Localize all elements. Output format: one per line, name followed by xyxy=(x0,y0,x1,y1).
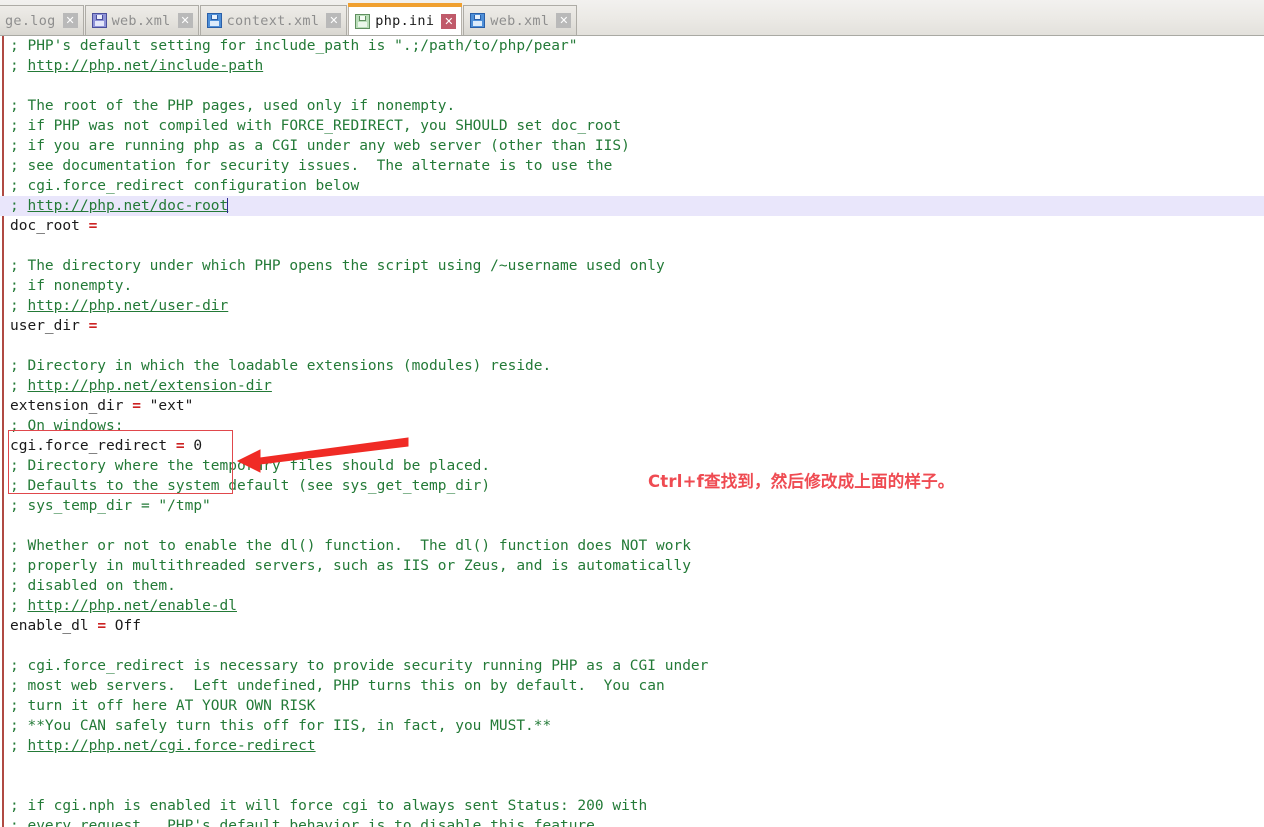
close-icon[interactable]: ✕ xyxy=(62,13,78,28)
code-line[interactable]: ; The directory under which PHP opens th… xyxy=(0,256,1264,276)
close-icon[interactable]: ✕ xyxy=(177,13,193,28)
disk-icon xyxy=(470,13,486,28)
url-link[interactable]: http://php.net/enable-dl xyxy=(27,598,237,614)
code-line[interactable]: ; http://php.net/cgi.force-redirect xyxy=(0,736,1264,756)
code-line[interactable]: ; cgi.force_redirect configuration below xyxy=(0,176,1264,196)
code-line[interactable] xyxy=(0,76,1264,96)
url-link[interactable]: http://php.net/user-dir xyxy=(27,298,228,314)
url-link[interactable]: http://php.net/include-path xyxy=(27,58,263,74)
tab-context-xml[interactable]: context.xml ✕ xyxy=(199,5,348,35)
url-link[interactable]: http://php.net/cgi.force-redirect xyxy=(27,738,315,754)
annotation-note-text: Ctrl+f查找到，然后修改成上面的样子。 xyxy=(648,472,955,491)
code-line[interactable]: doc_root = xyxy=(0,216,1264,236)
disk-icon xyxy=(355,13,371,29)
url-link[interactable]: http://php.net/extension-dir xyxy=(27,378,271,394)
url-link[interactable]: http://php.net/doc-root xyxy=(27,198,228,214)
code-line[interactable]: ; On windows: xyxy=(0,416,1264,436)
code-line[interactable]: ; Defaults to the system default (see sy… xyxy=(0,476,1264,496)
code-line[interactable]: ; Directory where the temporary files sh… xyxy=(0,456,1264,476)
code-line[interactable]: ; Whether or not to enable the dl() func… xyxy=(0,536,1264,556)
code-line[interactable]: user_dir = xyxy=(0,316,1264,336)
close-icon[interactable]: ✕ xyxy=(326,13,342,28)
tab-web-xml-1[interactable]: web.xml ✕ xyxy=(84,5,199,35)
tab-label: web.xml xyxy=(490,12,550,29)
code-line[interactable]: ; cgi.force_redirect is necessary to pro… xyxy=(0,656,1264,676)
disk-icon xyxy=(91,13,107,28)
code-line[interactable]: ; **You CAN safely turn this off for IIS… xyxy=(0,716,1264,736)
code-line[interactable]: ; if PHP was not compiled with FORCE_RED… xyxy=(0,116,1264,136)
code-line[interactable]: ; The root of the PHP pages, used only i… xyxy=(0,96,1264,116)
close-icon[interactable]: ✕ xyxy=(556,13,572,28)
code-line[interactable] xyxy=(0,516,1264,536)
tab-label: ge.log xyxy=(5,12,56,29)
code-line[interactable]: ; most web servers. Left undefined, PHP … xyxy=(0,676,1264,696)
code-line[interactable]: ; PHP's default setting for include_path… xyxy=(0,36,1264,56)
code-editor-area[interactable]: ; PHP's default setting for include_path… xyxy=(0,36,1264,827)
code-line[interactable]: ; sys_temp_dir = "/tmp" xyxy=(0,496,1264,516)
code-line[interactable]: enable_dl = Off xyxy=(0,616,1264,636)
tab-label: web.xml xyxy=(111,12,171,29)
code-line[interactable]: ; properly in multithreaded servers, suc… xyxy=(0,556,1264,576)
code-line[interactable]: cgi.force_redirect = 0 xyxy=(0,436,1264,456)
code-line[interactable]: ; http://php.net/user-dir xyxy=(0,296,1264,316)
tab-ge-log[interactable]: ge.log ✕ xyxy=(0,5,84,35)
code-line[interactable]: ; http://php.net/enable-dl xyxy=(0,596,1264,616)
code-line[interactable]: ; disabled on them. xyxy=(0,576,1264,596)
code-line[interactable] xyxy=(0,756,1264,776)
code-line[interactable] xyxy=(0,776,1264,796)
code-line[interactable]: ; http://php.net/doc-root xyxy=(0,196,1264,216)
tab-label: context.xml xyxy=(226,12,320,29)
code-line[interactable]: ; if you are running php as a CGI under … xyxy=(0,136,1264,156)
tab-web-xml-2[interactable]: web.xml ✕ xyxy=(463,5,578,35)
code-line[interactable]: ; turn it off here AT YOUR OWN RISK xyxy=(0,696,1264,716)
disk-icon xyxy=(206,13,222,28)
code-line[interactable] xyxy=(0,336,1264,356)
code-text[interactable]: ; PHP's default setting for include_path… xyxy=(0,36,1264,827)
code-line[interactable]: extension_dir = "ext" xyxy=(0,396,1264,416)
code-line[interactable]: ; if nonempty. xyxy=(0,276,1264,296)
tab-label: php.ini xyxy=(375,13,435,29)
editor-tab-bar: ge.log ✕ web.xml ✕ context.xml ✕ php.ini… xyxy=(0,0,1264,36)
code-line[interactable]: ; Directory in which the loadable extens… xyxy=(0,356,1264,376)
code-line[interactable]: ; every request. PHP's default behavior … xyxy=(0,816,1264,827)
code-line[interactable]: ; http://php.net/include-path xyxy=(0,56,1264,76)
code-line[interactable]: ; see documentation for security issues.… xyxy=(0,156,1264,176)
code-line[interactable] xyxy=(0,236,1264,256)
code-line[interactable]: ; if cgi.nph is enabled it will force cg… xyxy=(0,796,1264,816)
close-icon[interactable]: ✕ xyxy=(441,13,457,29)
tab-php-ini[interactable]: php.ini ✕ xyxy=(348,3,463,35)
code-line[interactable] xyxy=(0,636,1264,656)
code-line[interactable]: ; http://php.net/extension-dir xyxy=(0,376,1264,396)
